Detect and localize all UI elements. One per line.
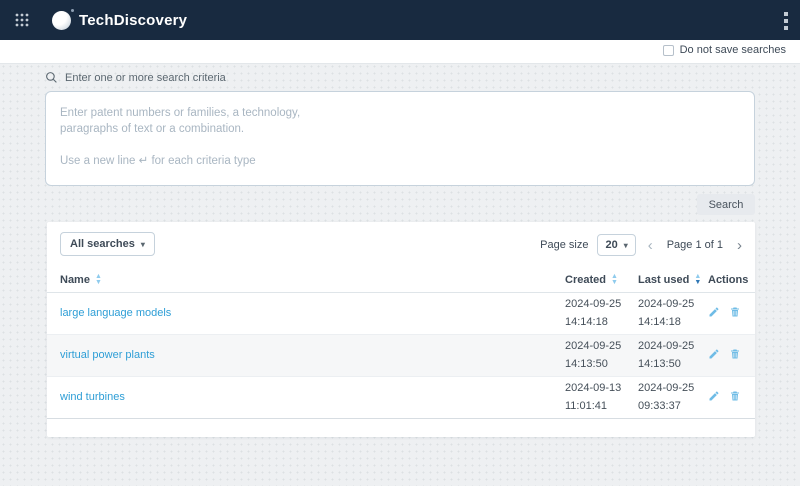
column-header-actions: Actions <box>708 268 755 292</box>
app-header: TechDiscovery <box>0 0 800 40</box>
all-searches-label: All searches <box>70 238 135 250</box>
delete-trash-icon[interactable] <box>729 390 741 405</box>
saved-searches-table: Name▲▼ Created▲▼ Last used▲▼ Actions lar… <box>47 268 755 419</box>
sort-icon[interactable]: ▲▼ <box>95 274 102 286</box>
table-header-row: Name▲▼ Created▲▼ Last used▲▼ Actions <box>47 268 755 292</box>
edit-pencil-icon[interactable] <box>708 390 720 405</box>
saved-searches-panel: All searches ▾ Page size 20 ▾ ‹ Page 1 o… <box>47 222 755 437</box>
do-not-save-checkbox[interactable] <box>663 45 674 56</box>
app-title: TechDiscovery <box>79 12 187 29</box>
edit-pencil-icon[interactable] <box>708 348 720 363</box>
saved-search-link[interactable]: virtual power plants <box>60 349 155 361</box>
column-header-created[interactable]: Created▲▼ <box>565 268 638 292</box>
kebab-menu-icon[interactable] <box>782 10 790 32</box>
table-row: wind turbines 2024-09-1311:01:41 2024-09… <box>47 376 755 418</box>
saved-search-link[interactable]: large language models <box>60 307 171 319</box>
page-size-select[interactable]: 20 ▾ <box>597 234 635 256</box>
top-strip: Do not save searches <box>0 40 800 64</box>
all-searches-dropdown[interactable]: All searches ▾ <box>60 232 155 256</box>
prev-page-button[interactable]: ‹ <box>645 238 656 253</box>
chevron-down-icon: ▾ <box>141 240 145 249</box>
delete-trash-icon[interactable] <box>729 348 741 363</box>
table-row: large language models 2024-09-2514:14:18… <box>47 292 755 334</box>
delete-trash-icon[interactable] <box>729 306 741 321</box>
sort-icon[interactable]: ▲▼ <box>611 274 618 286</box>
next-page-button[interactable]: › <box>734 238 745 253</box>
sort-icon[interactable]: ▲▼ <box>694 274 701 286</box>
app-grid-icon[interactable] <box>14 12 30 28</box>
results-toolbar: All searches ▾ Page size 20 ▾ ‹ Page 1 o… <box>47 222 755 268</box>
edit-pencil-icon[interactable] <box>708 306 720 321</box>
chevron-down-icon: ▾ <box>624 241 628 250</box>
brand-logo-icon <box>52 11 71 30</box>
search-criteria-label: Enter one or more search criteria <box>65 72 226 84</box>
search-criteria-input[interactable] <box>45 91 755 186</box>
table-row: virtual power plants 2024-09-2514:13:50 … <box>47 334 755 376</box>
search-button[interactable]: Search <box>697 194 755 215</box>
column-header-last-used[interactable]: Last used▲▼ <box>638 268 708 292</box>
do-not-save-row[interactable]: Do not save searches <box>663 44 786 56</box>
pagination-controls: Page size 20 ▾ ‹ Page 1 of 1 › <box>540 234 745 256</box>
page-size-value: 20 <box>605 239 617 251</box>
do-not-save-label: Do not save searches <box>680 44 786 56</box>
saved-search-link[interactable]: wind turbines <box>60 391 125 403</box>
page-indicator: Page 1 of 1 <box>667 239 723 251</box>
search-icon <box>45 71 58 84</box>
search-criteria-heading: Enter one or more search criteria <box>45 71 226 84</box>
column-header-name[interactable]: Name▲▼ <box>47 268 565 292</box>
page-size-label: Page size <box>540 239 588 251</box>
